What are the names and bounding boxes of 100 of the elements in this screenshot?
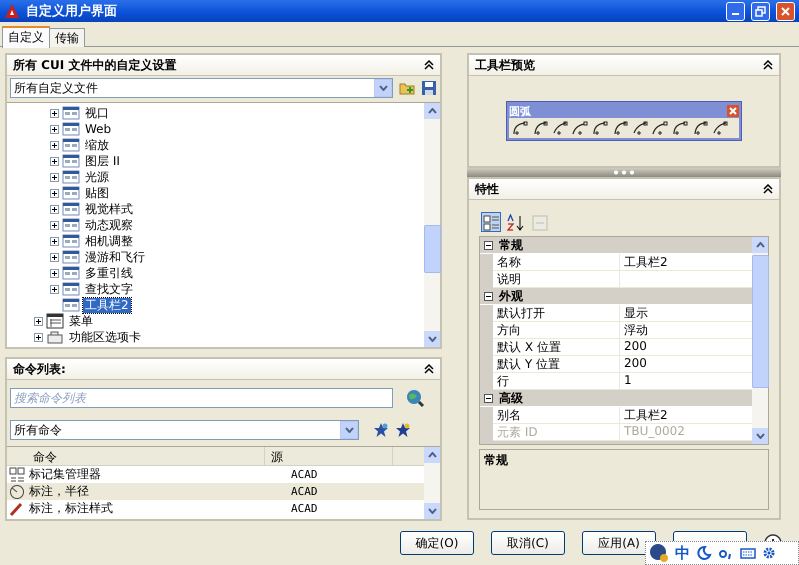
toolbar-icon — [62, 121, 80, 137]
search-field[interactable]: 搜索命令列表 — [10, 388, 393, 408]
tree-item[interactable]: 图层 II — [83, 154, 122, 168]
tab[interactable]: 传输 — [49, 28, 85, 47]
star-icon[interactable] — [373, 422, 389, 438]
expand-icon[interactable] — [34, 332, 43, 342]
tree-item[interactable]: 动态观察 — [83, 218, 135, 232]
scrollbar[interactable] — [752, 237, 768, 444]
expand-icon[interactable] — [50, 284, 59, 294]
expand-icon[interactable] — [50, 108, 59, 118]
expand-icon[interactable] — [50, 268, 59, 278]
tab[interactable]: 自定义 — [2, 26, 50, 48]
page-icon — [531, 214, 548, 231]
tree-item[interactable]: 光源 — [83, 170, 111, 184]
collapse-icon[interactable] — [763, 60, 773, 70]
arc-tool-icon[interactable] — [651, 120, 670, 136]
app-logo-icon — [4, 3, 20, 19]
property-value: 200 — [623, 339, 648, 355]
scroll-up-button[interactable] — [424, 447, 440, 463]
search-icon[interactable] — [405, 388, 425, 408]
tree-item[interactable]: Web — [83, 122, 114, 136]
collapse-icon[interactable] — [424, 364, 434, 374]
scroll-up-button[interactable] — [424, 103, 440, 119]
tree-item[interactable]: 功能区选项卡 — [67, 330, 143, 344]
caret-down-icon — [428, 336, 436, 342]
caret-up-icon — [428, 108, 436, 114]
command-filter-select[interactable]: 所有命令 — [10, 420, 359, 440]
toolbar-icon — [62, 249, 80, 265]
expand-icon[interactable] — [50, 124, 59, 134]
close-icon — [780, 6, 791, 16]
scrollbar[interactable] — [424, 447, 440, 519]
arc-tool-icon[interactable] — [671, 120, 690, 136]
panel-title: 工具栏预览 — [475, 56, 535, 74]
tree-item[interactable]: 菜单 — [67, 314, 95, 328]
collapse-icon[interactable] — [424, 60, 434, 70]
moon-icon[interactable] — [696, 545, 712, 561]
collapse-icon[interactable] — [484, 394, 493, 402]
tree-item[interactable]: 多重引线 — [83, 266, 135, 280]
collapse-icon[interactable] — [484, 240, 493, 250]
categorized-button[interactable] — [481, 212, 501, 232]
property-name: 方向 — [493, 322, 620, 338]
scroll-down-button[interactable] — [424, 503, 440, 519]
star-icon[interactable] — [395, 422, 411, 438]
column-header[interactable]: 命令 — [7, 447, 265, 465]
toolbar-icon — [62, 105, 80, 121]
tree-item[interactable]: 工具栏2 — [83, 298, 131, 312]
arc-tool-icon[interactable] — [511, 120, 530, 136]
tree-item[interactable]: 查找文字 — [83, 282, 135, 296]
tree-item[interactable]: 缩放 — [83, 138, 111, 152]
tree-item[interactable]: 视觉样式 — [83, 202, 135, 216]
collapse-icon[interactable] — [484, 292, 493, 300]
expand-icon[interactable] — [34, 316, 43, 326]
arc-tool-icon[interactable] — [711, 120, 730, 136]
expand-icon[interactable] — [50, 204, 59, 214]
ime-logo-icon[interactable] — [649, 543, 669, 563]
sort-button[interactable] — [505, 212, 525, 232]
expand-icon[interactable] — [50, 140, 59, 150]
restore-button[interactable] — [751, 2, 770, 20]
scroll-thumb[interactable] — [752, 255, 769, 388]
toolbar-icon — [62, 201, 80, 217]
expand-icon[interactable] — [50, 156, 59, 166]
toolbar-icon — [62, 233, 80, 249]
dialog-button[interactable]: 应用(A) — [582, 531, 656, 555]
save-icon[interactable] — [421, 80, 437, 96]
tree-item[interactable]: 视口 — [83, 106, 111, 120]
folder-icon — [46, 329, 64, 345]
scroll-thumb[interactable] — [424, 225, 441, 273]
toolbar-icon — [62, 137, 80, 153]
panel-title: 命令列表: — [13, 360, 66, 378]
collapse-icon[interactable] — [763, 184, 773, 194]
property-value: 工具栏2 — [623, 407, 669, 423]
scrollbar[interactable] — [424, 103, 440, 347]
table-cell: ACAD — [291, 502, 318, 515]
expand-icon[interactable] — [50, 236, 59, 246]
arc-tool-icon[interactable] — [631, 120, 650, 136]
tree-item[interactable]: 漫游和飞行 — [83, 250, 147, 264]
arc-tool-icon[interactable] — [551, 120, 570, 136]
scroll-up-button[interactable] — [752, 237, 768, 253]
file-select[interactable]: 所有自定义文件 — [10, 78, 393, 98]
input-mode-toggle[interactable]: 中 — [675, 544, 690, 562]
arc-tool-icon[interactable] — [571, 120, 590, 136]
tree-item[interactable]: 贴图 — [83, 186, 111, 200]
dialog-button[interactable]: 确定(O) — [400, 531, 474, 555]
arc-tool-icon[interactable] — [591, 120, 610, 136]
scroll-down-button[interactable] — [424, 331, 440, 347]
minimize-button[interactable] — [726, 2, 745, 20]
caret-down-icon — [378, 85, 388, 91]
column-header[interactable]: 源 — [265, 447, 393, 465]
expand-icon[interactable] — [50, 172, 59, 182]
expand-icon[interactable] — [50, 220, 59, 230]
expand-icon[interactable] — [50, 252, 59, 262]
property-name: 说明 — [493, 271, 620, 287]
caret-down-icon — [344, 427, 354, 433]
dialog-button[interactable]: 取消(C) — [491, 531, 565, 555]
scroll-down-button[interactable] — [752, 428, 768, 444]
close-button[interactable] — [776, 2, 795, 20]
close-icon[interactable] — [727, 105, 739, 117]
expand-icon[interactable] — [50, 188, 59, 198]
tree-item[interactable]: 相机调整 — [83, 234, 135, 248]
property-name: 默认 Y 位置 — [493, 356, 620, 372]
